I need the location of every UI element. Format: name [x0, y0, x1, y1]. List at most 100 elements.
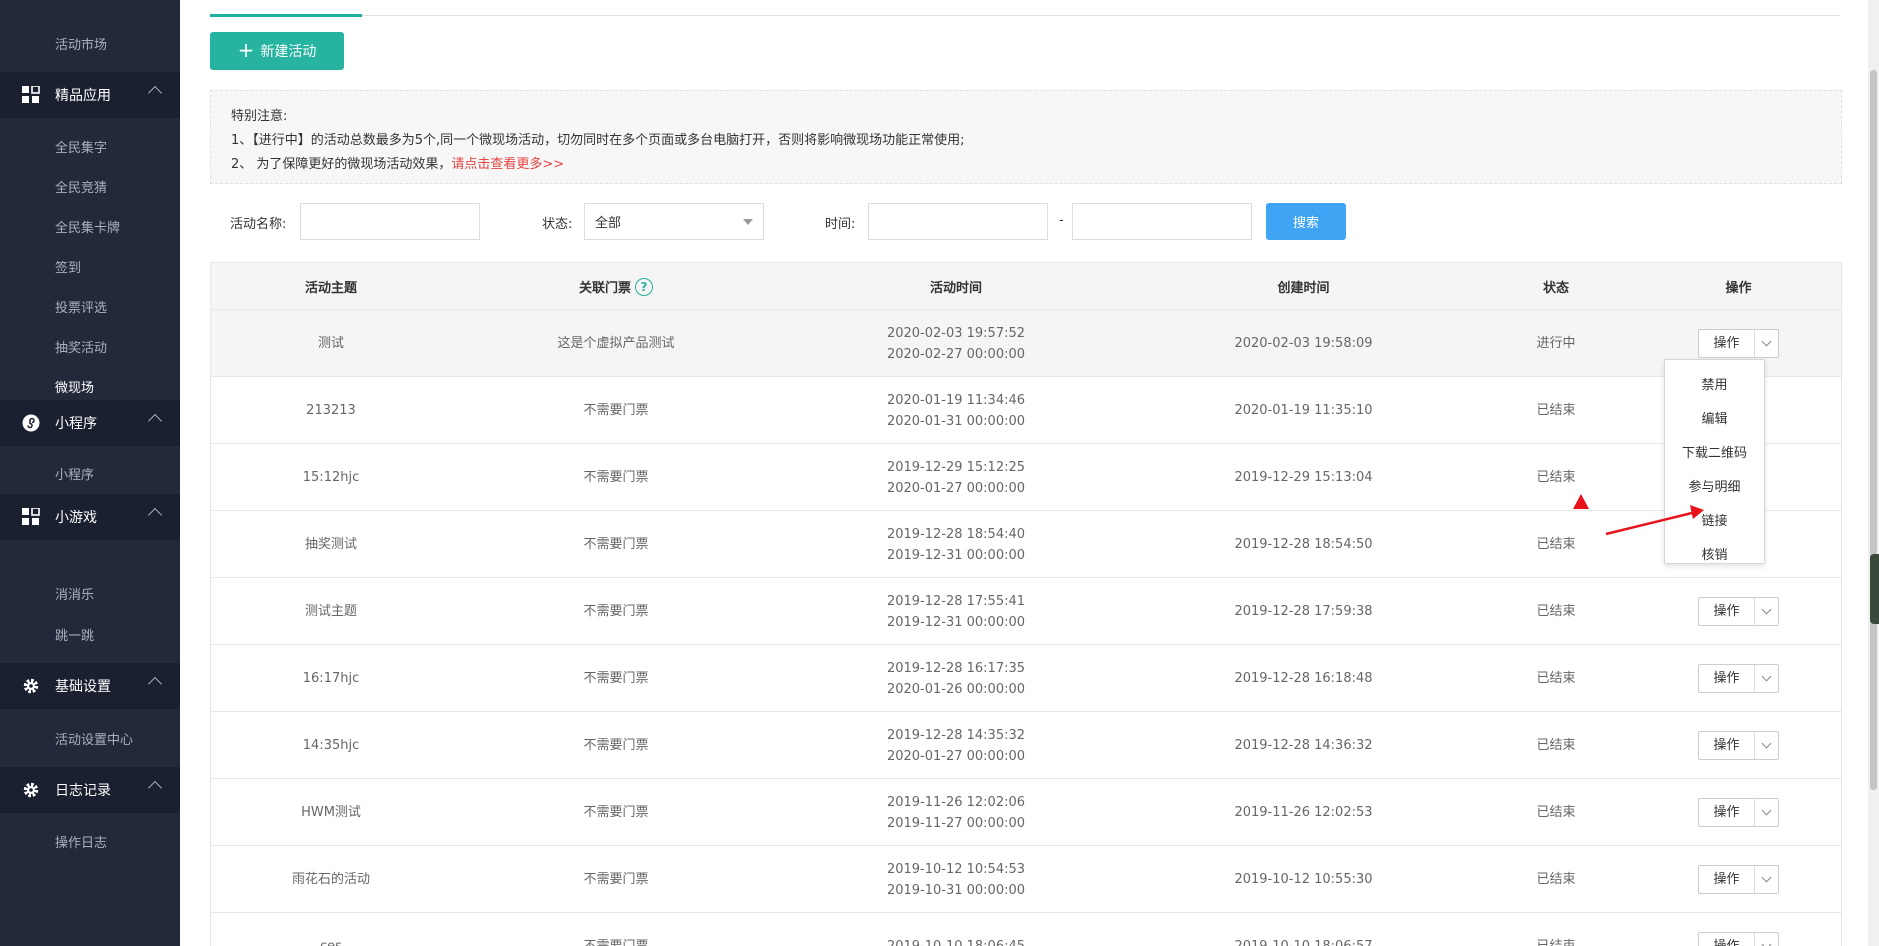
operation-button[interactable]: 操作 — [1698, 664, 1779, 693]
cell-topic: 213213 — [211, 377, 451, 444]
cell-status: 已结束 — [1476, 913, 1636, 946]
cell-status: 已结束 — [1476, 712, 1636, 779]
chevron-down-icon[interactable] — [1755, 933, 1778, 946]
activity-name-label: 活动名称: — [230, 217, 287, 232]
tab-divider — [210, 15, 1840, 16]
sidebar-item-activity-settings[interactable]: 活动设置中心 — [55, 729, 133, 748]
operation-button[interactable]: 操作 — [1698, 597, 1779, 626]
sidebar-group-minigames[interactable]: 小游戏 — [0, 494, 180, 540]
activity-table: 活动主题 关联门票? 活动时间 创建时间 状态 操作 测试 这是个虚拟产品测试 20… — [210, 262, 1842, 946]
cell-created-time: 2019-10-10 18:06:57 — [1131, 913, 1476, 946]
status-text: 已结束 — [1536, 738, 1576, 753]
status-select[interactable]: 全部 — [584, 203, 764, 240]
grid-icon — [22, 508, 40, 525]
cell-activity-time: 2019-12-28 18:54:40 2019-12-31 00:00:00 — [781, 511, 1131, 578]
topic-text: 14:35hjc — [302, 738, 360, 753]
chevron-down-icon[interactable] — [1755, 732, 1778, 759]
status-text: 已结束 — [1536, 604, 1576, 619]
header-activity-time: 活动时间 — [929, 281, 982, 296]
sidebar-group-logs[interactable]: 日志记录 — [0, 767, 180, 813]
start-time: 2020-02-03 19:57:52 — [886, 325, 1026, 341]
sidebar-item-guess[interactable]: 全民竞猜 — [55, 177, 107, 196]
cell-operation: 操作 — [1636, 913, 1841, 946]
chevron-down-icon[interactable] — [1755, 598, 1778, 625]
chevron-down-icon[interactable] — [1755, 330, 1778, 357]
end-time: 2019-12-31 00:00:00 — [886, 614, 1026, 630]
end-time: 2019-11-27 00:00:00 — [886, 815, 1026, 831]
chevron-up-icon — [147, 676, 163, 692]
sidebar-item-lottery[interactable]: 抽奖活动 — [55, 337, 107, 356]
created-time: 2019-12-28 14:36:32 — [1234, 738, 1373, 753]
activity-name-input[interactable] — [300, 203, 480, 240]
sidebar-item-operation-log[interactable]: 操作日志 — [55, 832, 107, 851]
page-scrollbar[interactable] — [1868, 0, 1879, 946]
menu-item-edit[interactable]: 编辑 — [1665, 400, 1764, 434]
chevron-down-icon[interactable] — [1755, 866, 1778, 893]
status-text: 已结束 — [1536, 671, 1576, 686]
start-time: 2019-11-26 12:02:06 — [886, 794, 1026, 810]
start-time: 2020-01-19 11:34:46 — [886, 392, 1026, 408]
menu-item-participation-details[interactable]: 参与明细 — [1665, 468, 1764, 502]
operation-label: 操作 — [1699, 799, 1755, 826]
start-time: 2019-12-28 14:35:32 — [886, 727, 1026, 743]
cell-ticket: 不需要门票 — [451, 444, 781, 511]
sidebar-group-label: 日志记录 — [55, 783, 111, 799]
menu-item-disable[interactable]: 禁用 — [1665, 366, 1764, 400]
sidebar-item-collect-cards[interactable]: 全民集卡牌 — [55, 217, 120, 236]
table-row: 测试 这是个虚拟产品测试 2020-02-03 19:57:52 2020-02-27… — [211, 310, 1841, 377]
chevron-down-icon[interactable] — [1755, 799, 1778, 826]
sidebar-item-activity-market[interactable]: 活动市场 — [55, 34, 107, 53]
cell-created-time: 2019-12-28 17:59:38 — [1131, 578, 1476, 645]
start-time-input[interactable] — [868, 203, 1048, 240]
end-time-input[interactable] — [1072, 203, 1252, 240]
search-button[interactable]: 搜索 — [1266, 203, 1346, 240]
start-time: 2019-12-28 18:54:40 — [886, 526, 1026, 542]
operation-button[interactable]: 操作 — [1698, 798, 1779, 827]
cell-topic: 雨花石的活动 — [211, 846, 451, 913]
side-panel-handle[interactable] — [1870, 554, 1879, 624]
cell-ticket: 不需要门票 — [451, 712, 781, 779]
grid-icon — [22, 86, 40, 103]
sidebar-item-match3[interactable]: 消消乐 — [55, 584, 94, 603]
cell-status: 已结束 — [1476, 779, 1636, 846]
header-created-time: 创建时间 — [1277, 281, 1330, 296]
sidebar-item-miniprogram[interactable]: 小程序 — [55, 464, 94, 483]
topic-text: 16:17hjc — [302, 671, 360, 686]
cell-status: 已结束 — [1476, 578, 1636, 645]
sidebar-item-collect-words[interactable]: 全民集字 — [55, 137, 107, 156]
created-time: 2019-10-12 10:55:30 — [1234, 872, 1373, 887]
sidebar-item-checkin[interactable]: 签到 — [55, 257, 81, 276]
see-more-link[interactable]: 请点击查看更多>> — [451, 157, 564, 172]
cell-created-time: 2020-02-03 19:58:09 — [1131, 310, 1476, 377]
scrollbar-thumb[interactable] — [1870, 70, 1877, 790]
miniprogram-icon — [22, 414, 40, 432]
chevron-up-icon — [147, 507, 163, 523]
ticket-text: 不需要门票 — [583, 805, 649, 820]
gear-icon — [23, 782, 39, 798]
operation-button[interactable]: 操作 — [1698, 731, 1779, 760]
sidebar-group-miniprogram[interactable]: 小程序 — [0, 400, 180, 446]
menu-item-verify[interactable]: 核销 — [1665, 536, 1764, 570]
operation-button[interactable]: 操作 — [1698, 329, 1779, 358]
ticket-text: 不需要门票 — [583, 671, 649, 686]
status-text: 已结束 — [1536, 403, 1576, 418]
cell-activity-time: 2020-02-03 19:57:52 2020-02-27 00:00:00 — [781, 310, 1131, 377]
ticket-text: 不需要门票 — [583, 537, 649, 552]
sidebar-group-basic-settings[interactable]: 基础设置 — [0, 663, 180, 709]
table-row: 15:12hjc 不需要门票 2019-12-29 15:12:25 2020-01-… — [211, 444, 1841, 511]
sidebar-item-micro-scene[interactable]: 微现场 — [55, 377, 94, 396]
start-time: 2019-12-28 16:17:35 — [886, 660, 1026, 676]
help-icon[interactable]: ? — [635, 277, 653, 296]
ticket-text: 不需要门票 — [583, 403, 649, 418]
sidebar-group-premium-apps[interactable]: 精品应用 — [0, 72, 180, 118]
cell-topic: 16:17hjc — [211, 645, 451, 712]
operation-button[interactable]: 操作 — [1698, 865, 1779, 894]
notice-box: 特别注意: 1、【进行中】的活动总数最多为5个,同一个微现场活动，切勿同时在多个… — [210, 90, 1842, 184]
sidebar-item-vote[interactable]: 投票评选 — [55, 297, 107, 316]
new-activity-button[interactable]: + 新建活动 — [210, 32, 344, 70]
sidebar-item-jump[interactable]: 跳一跳 — [55, 625, 94, 644]
chevron-down-icon[interactable] — [1755, 665, 1778, 692]
table-row: 抽奖测试 不需要门票 2019-12-28 18:54:40 2019-12-31 0… — [211, 511, 1841, 578]
menu-item-download-qrcode[interactable]: 下载二维码 — [1665, 434, 1764, 468]
operation-button[interactable]: 操作 — [1698, 932, 1779, 946]
